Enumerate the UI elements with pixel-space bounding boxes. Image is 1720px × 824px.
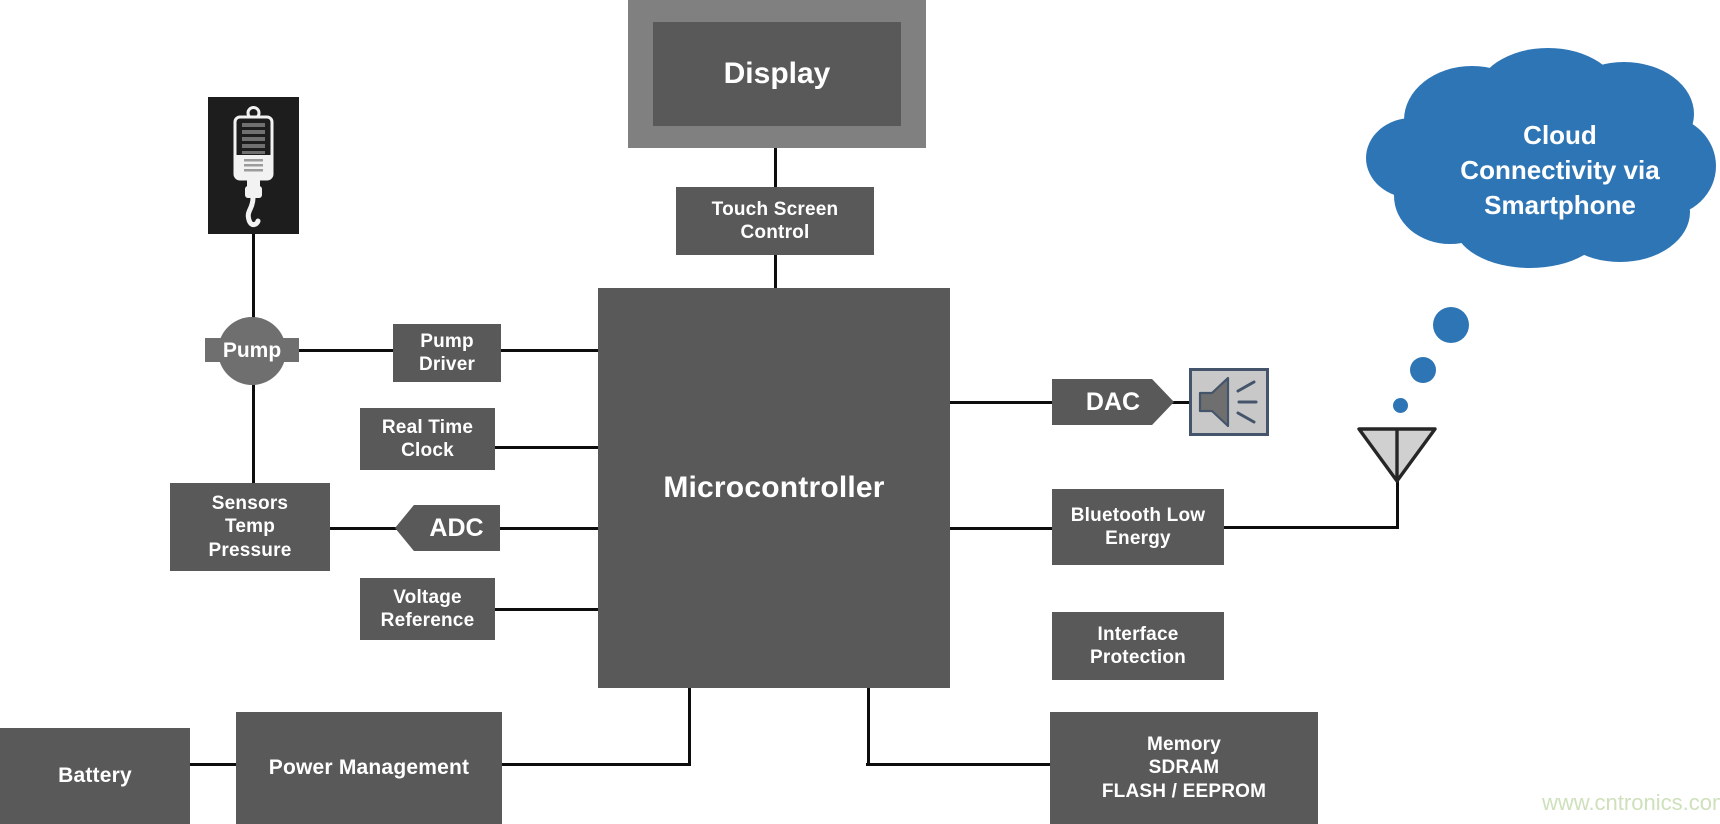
block-power-management[interactable]: Power Management	[236, 712, 502, 824]
wire-display-to-touch	[774, 146, 777, 190]
wire-mcu-to-power-h	[500, 763, 691, 766]
site-watermark: www.cntronics.com	[1542, 790, 1720, 815]
wire-pump-to-pumpdriver	[295, 349, 394, 352]
bubble-dot-small	[1393, 398, 1408, 413]
block-battery[interactable]: Battery	[0, 728, 190, 824]
display-screen[interactable]: Display	[653, 22, 901, 126]
wire-mcu-to-memory-h	[866, 763, 1052, 766]
block-pump-driver[interactable]: Pump Driver	[393, 324, 501, 382]
wire-mcu-to-dac	[949, 401, 1055, 404]
block-diagram-canvas: Display Touch Screen Control Pump Pump D…	[0, 0, 1720, 824]
bubble-dot-medium	[1410, 357, 1436, 383]
wire-pump-to-sensors	[252, 382, 255, 484]
block-adc[interactable]: ADC	[395, 505, 500, 551]
wire-rtc-to-mcu	[494, 446, 600, 449]
wire-battery-to-power	[187, 763, 238, 766]
block-bluetooth-low-energy[interactable]: Bluetooth Low Energy	[1052, 489, 1224, 565]
block-microcontroller[interactable]: Microcontroller	[598, 288, 950, 688]
block-voltage-reference[interactable]: Voltage Reference	[360, 578, 495, 640]
antenna-icon	[1355, 425, 1439, 485]
bubble-dot-large	[1433, 307, 1469, 343]
iv-bag-icon	[208, 97, 299, 234]
block-interface-protection[interactable]: Interface Protection	[1052, 612, 1224, 680]
wire-adc-to-mcu	[499, 527, 600, 530]
wire-ivbag-to-pump	[252, 233, 255, 328]
wire-vref-to-mcu	[494, 608, 600, 611]
wire-sensors-to-adc	[329, 527, 402, 530]
block-real-time-clock[interactable]: Real Time Clock	[360, 408, 495, 470]
wire-mcu-to-power-v	[688, 686, 691, 766]
block-sensors[interactable]: Sensors Temp Pressure	[170, 483, 330, 571]
wire-pumpdriver-to-mcu	[500, 349, 600, 352]
block-touch-screen-control[interactable]: Touch Screen Control	[676, 187, 874, 255]
block-dac[interactable]: DAC	[1052, 379, 1174, 425]
wire-touch-to-mcu	[774, 253, 777, 289]
block-pump[interactable]: Pump	[218, 317, 286, 385]
wire-mcu-to-ble	[949, 527, 1054, 530]
block-memory[interactable]: Memory SDRAM FLASH / EEPROM	[1050, 712, 1318, 824]
wire-mcu-to-memory-v	[867, 686, 870, 766]
speaker-icon	[1189, 368, 1269, 436]
cloud-label: Cloud Connectivity via Smartphone	[1460, 120, 1660, 220]
wire-ble-to-antenna-h	[1223, 526, 1399, 529]
